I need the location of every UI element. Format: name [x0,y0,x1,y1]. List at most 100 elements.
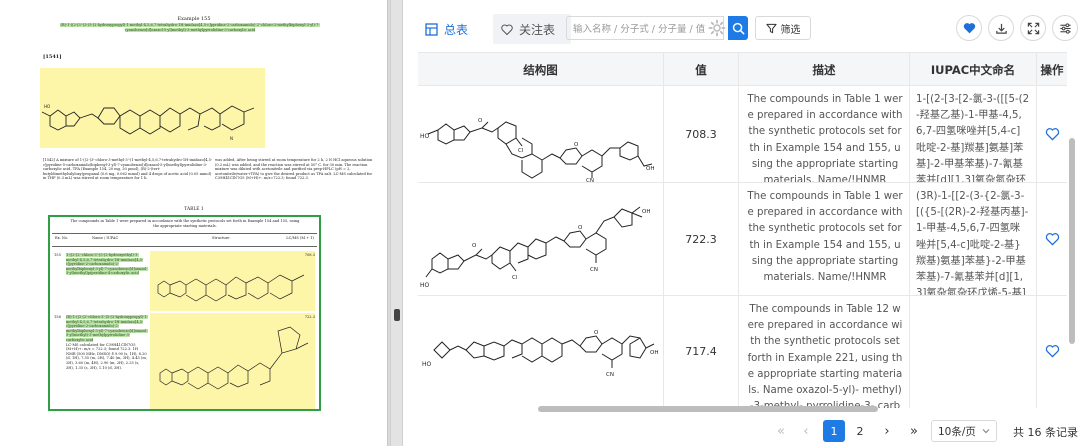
doc-row-value: 708.3 [304,253,315,257]
doc-molecule-image: N HO [40,68,265,148]
svg-text:CN: CN [606,372,614,378]
col-value[interactable]: 值 [664,53,739,87]
heart-outline-icon[interactable] [1045,127,1060,141]
svg-text:O: O [478,118,483,124]
svg-text:O: O [574,142,579,148]
download-button[interactable] [988,15,1014,41]
doc-row-name: 1-((2-(2'-chloro-3'-(5-(2-hydroxyethyl)-… [66,253,148,276]
heart-icon [963,23,975,34]
doc-col-name: Name / IUPAC [92,236,119,240]
tab-watchlist[interactable]: 关注表 [493,14,571,44]
doc-col-lcms: LC/MS (M + 1) [286,236,314,240]
value-cell: 717.4 [664,296,739,406]
prev-page-button[interactable]: ‹ [795,420,817,442]
pane-splitter[interactable] [390,0,403,446]
col-action: 操作 [1040,63,1064,77]
doc-table-label: TABLE 1 [184,207,204,212]
search-input[interactable]: 输入名称 / 分子式 / 分子量 / 值 [566,16,724,40]
doc-body-text-right: was added. After being stirred at room t… [215,158,373,181]
heart-outline-icon[interactable] [1045,344,1060,358]
last-page-button[interactable]: » [903,420,925,442]
molecule-structure-image: HO O CN OH [422,330,658,378]
column-settings-button[interactable] [1052,15,1078,41]
doc-row-name: (R)-1-((2-(2'-chloro-3'-(5-(2-hydroxypro… [66,315,148,370]
double-chevron-left-icon: « [777,423,785,439]
filter-label: 筛选 [780,24,801,36]
document-page: Example 155 (R)-1-((2-(3'-(3-(5-(2-hydro… [0,0,388,446]
doc-row-value: 722.3 [304,315,315,319]
chevron-right-icon: › [884,423,890,439]
toolbar: 总表 关注表 输入名称 / 分子式 / 分子量 / 值 筛选 [403,0,1080,52]
svg-text:CN: CN [590,267,598,273]
doc-row-number: 156 [54,315,61,319]
svg-text:N: N [230,136,233,141]
doc-table-header: Ex. No. Name / IUPAC Structure LC/MS (M … [52,233,317,247]
table-row: HO O CN OH 717.4 The compounds in Table … [418,296,1067,408]
page-size-value: 10条/页 [938,425,976,438]
total-records: 共 16 条记录 [1013,426,1078,439]
doc-table: The compounds in Table 1 were prepared i… [48,215,321,411]
chevron-left-icon: ‹ [803,423,809,439]
svg-text:HO: HO [420,282,430,289]
settings-sliders-icon [1059,22,1071,34]
svg-text:OH: OH [650,350,658,356]
description-cell: The compounds in Table 1 were prepared i… [739,183,910,295]
filter-funnel-icon [765,23,777,33]
description-cell: The compounds in Table 12 were prepared … [739,296,910,408]
results-table: 结构图 值 描述 IUPAC中文命名 操作 HO O Cl O CN OH 70… [403,52,1080,408]
heart-outline-icon[interactable] [1045,232,1060,246]
pagination: « ‹ 1 2 › » 10条/页 共 16 条记录 [403,414,1080,446]
heart-outline-icon [501,24,513,35]
fullscreen-button[interactable] [1020,15,1046,41]
col-description[interactable]: 描述 [739,53,910,87]
col-iupac[interactable]: IUPAC中文命名 [910,53,1037,87]
vertical-scrollbar[interactable] [1069,138,1075,344]
expand-icon [1027,22,1039,34]
results-panel: 总表 关注表 输入名称 / 分子式 / 分子量 / 值 筛选 结构图 值 描述 … [403,0,1080,446]
svg-text:Cl: Cl [512,275,518,281]
iupac-cell: 1-[(2-[3-[2-氯-3-([[5-(2-羟基乙基)-1-甲基-4,5,6… [910,86,1037,182]
doc-table-caption: The compounds in Table 1 were prepared i… [70,219,300,228]
first-page-button[interactable]: « [770,420,792,442]
gear-icon[interactable] [708,19,726,37]
search-button[interactable] [728,16,748,40]
document-viewer[interactable]: Example 155 (R)-1-((2-(3'-(3-(5-(2-hydro… [0,0,390,446]
svg-text:Cl: Cl [518,148,524,154]
next-page-button[interactable]: › [876,420,898,442]
svg-text:HO: HO [420,133,430,140]
iupac-cell [910,296,1037,408]
doc-col-no: Ex. No. [55,236,69,240]
svg-text:OH: OH [642,209,650,215]
table-row: HO O Cl O CN OH 722.3 The compounds in T… [418,183,1067,296]
page-1-button[interactable]: 1 [823,420,845,442]
structure-cell: HO O Cl O CN OH [418,183,664,295]
structure-cell: HO O CN OH [418,296,664,408]
action-cell [1037,183,1067,295]
horizontal-scrollbar[interactable] [538,406,878,412]
doc-row-molecule [150,313,315,409]
chevron-down-icon [982,429,990,434]
filter-button[interactable]: 筛选 [755,16,811,40]
tab-summary-label: 总表 [444,22,469,37]
value-cell: 708.3 [664,86,739,182]
splitter-grip[interactable] [394,309,400,321]
favorite-button[interactable] [956,15,982,41]
search-icon [732,22,744,34]
doc-col-structure: Structure [212,236,230,240]
table-row: HO O Cl O CN OH 708.3 The compounds in T… [418,86,1067,183]
description-cell: The compounds in Table 1 were prepared i… [739,86,910,182]
doc-row-molecule [150,251,315,311]
svg-text:O: O [594,330,599,336]
svg-text:HO: HO [422,361,432,368]
page-size-select[interactable]: 10条/页 [931,420,997,442]
value-cell: 722.3 [664,183,739,295]
action-cell [1037,296,1067,406]
table-header: 结构图 值 描述 IUPAC中文命名 操作 [418,52,1067,87]
molecule-structure-image: HO O Cl O CN OH [420,118,654,183]
doc-paragraph-number: [1541] [43,54,62,60]
structure-cell: HO O Cl O CN OH [418,86,664,183]
page-2-button[interactable]: 2 [849,420,871,442]
double-chevron-right-icon: » [910,423,918,439]
svg-text:OH: OH [646,166,654,172]
col-structure[interactable]: 结构图 [418,53,664,87]
